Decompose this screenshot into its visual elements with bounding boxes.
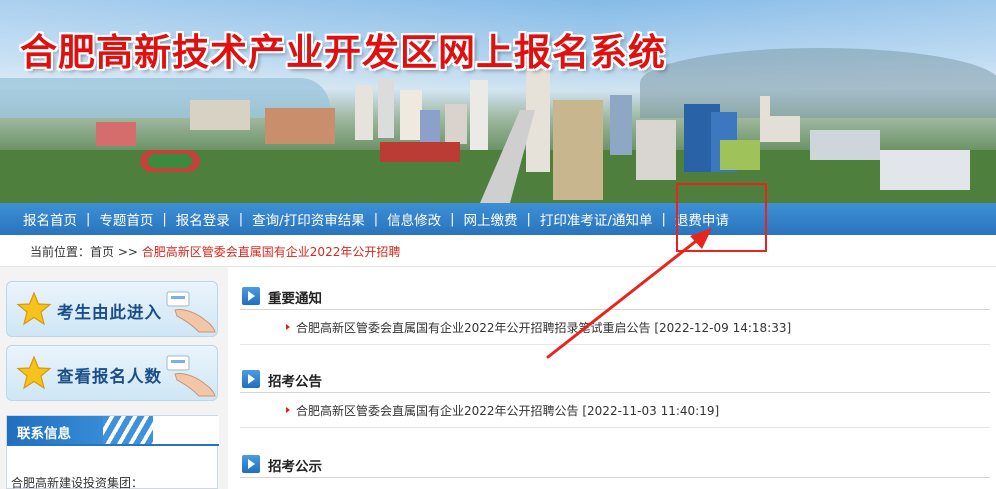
nav-home[interactable]: 报名首页 xyxy=(14,209,86,229)
section-recruitment-announcement: 招考公告 合肥高新区管委会直属国有企业2022年公开招聘公告 [2022-11-… xyxy=(240,367,990,428)
breadcrumb-prefix: 当前位置： xyxy=(30,245,91,259)
contact-org: 合肥高新建设投资集团： xyxy=(11,476,144,489)
nav-login[interactable]: 报名登录 xyxy=(167,209,239,229)
announcement-link[interactable]: 合肥高新区管委会直属国有企业2022年公开招聘公告 [2022-11-03 11… xyxy=(296,402,719,419)
contact-info-header: 联系信息 xyxy=(7,416,219,444)
contact-info-title: 联系信息 xyxy=(17,426,71,442)
list-item[interactable]: 合肥高新区管委会直属国有企业2022年公开招聘公告 [2022-11-03 11… xyxy=(240,400,990,428)
nav-online-payment[interactable]: 网上缴费 xyxy=(455,209,527,229)
list-item[interactable]: 合肥高新区管委会直属国有企业2022年公开招聘招录笔试重启公告 [2022-12… xyxy=(240,317,990,345)
annotation-highlight-box xyxy=(676,183,767,252)
section-important-notice: 重要通知 合肥高新区管委会直属国有企业2022年公开招聘招录笔试重启公告 [20… xyxy=(240,284,990,345)
section-title: 招考公告 xyxy=(268,374,322,390)
arrow-right-icon xyxy=(242,287,260,305)
pointing-hand-icon xyxy=(166,291,216,333)
star-icon xyxy=(16,355,52,390)
breadcrumb-current[interactable]: 合肥高新区管委会直属国有企业2022年公开招聘 xyxy=(142,245,401,259)
star-icon xyxy=(16,291,52,326)
nav-review-results[interactable]: 查询/打印资审结果 xyxy=(243,209,374,229)
breadcrumb: 当前位置：首页 >> 合肥高新区管委会直属国有企业2022年公开招聘 xyxy=(30,243,400,260)
view-registration-count-button[interactable]: 查看报名人数 xyxy=(6,345,218,401)
section-title: 招考公示 xyxy=(268,459,322,475)
section-header: 招考公告 xyxy=(240,367,990,393)
candidate-entry-label: 考生由此进入 xyxy=(57,303,162,322)
arrow-right-icon xyxy=(242,370,260,388)
breadcrumb-arrow: >> xyxy=(117,245,138,259)
nav-topic-home[interactable]: 专题首页 xyxy=(90,209,162,229)
site-title: 合肥高新技术产业开发区网上报名系统 xyxy=(20,31,666,74)
sidebar: 考生由此进入 查看报名人数 联系信息 合肥高新建设投资集团： xyxy=(0,267,228,489)
nav-print-admission[interactable]: 打印准考证/通知单 xyxy=(531,209,662,229)
divider xyxy=(7,444,219,446)
candidate-entry-button[interactable]: 考生由此进入 xyxy=(6,281,218,337)
section-title: 重要通知 xyxy=(268,291,322,307)
contact-info-panel: 联系信息 合肥高新建设投资集团： xyxy=(6,415,219,489)
header-stripes xyxy=(103,416,153,444)
section-recruitment-publicity: 招考公示 xyxy=(240,452,990,478)
view-registration-count-label: 查看报名人数 xyxy=(57,367,162,386)
breadcrumb-home[interactable]: 首页 xyxy=(90,245,114,259)
notice-link[interactable]: 合肥高新区管委会直属国有企业2022年公开招聘招录笔试重启公告 [2022-12… xyxy=(296,319,791,336)
arrow-right-icon xyxy=(242,455,260,473)
triangle-bullet-icon xyxy=(286,407,290,413)
section-header: 招考公示 xyxy=(240,452,990,478)
triangle-bullet-icon xyxy=(286,324,290,330)
header-banner: 合肥高新技术产业开发区网上报名系统 xyxy=(0,0,996,203)
pointing-hand-icon xyxy=(166,355,216,397)
main-nav: 报名首页 | 专题首页 | 报名登录 | 查询/打印资审结果 | 信息修改 | … xyxy=(0,203,996,235)
section-header: 重要通知 xyxy=(240,284,990,310)
nav-edit-info[interactable]: 信息修改 xyxy=(378,209,450,229)
